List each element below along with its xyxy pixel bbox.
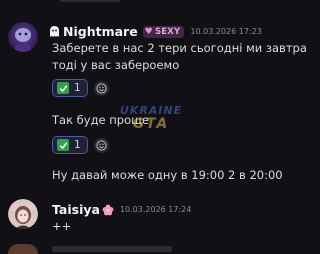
previous-message-fragment <box>60 0 120 2</box>
timestamp: 10.03.2026 17:23 <box>190 27 262 36</box>
watermark-logo: UKRAINE GTA <box>118 102 184 136</box>
message-text: ++ <box>52 218 71 235</box>
role-badge[interactable]: ♥ SEXY <box>142 25 185 38</box>
smiley-icon <box>96 139 107 151</box>
avatar-image <box>8 22 38 52</box>
author-line: Taisiya 10.03.2026 17:24 <box>52 202 191 217</box>
avatar-image <box>8 199 38 229</box>
add-reaction-button[interactable] <box>93 137 109 153</box>
message-text: Ну давай може одну в 19:00 2 в 20:00 <box>52 167 283 184</box>
message-text: Заберете в нас 2 тери сьогодні ми завтра… <box>52 40 307 74</box>
reaction-count: 1 <box>74 139 81 151</box>
message-line: тоді у вас забероемо <box>52 58 180 72</box>
author-line: Nightmare ♥ SEXY 10.03.2026 17:23 <box>48 24 262 39</box>
next-message-fragment <box>8 244 38 254</box>
timestamp: 10.03.2026 17:24 <box>119 205 192 214</box>
reaction-count: 1 <box>74 82 81 94</box>
ghost-icon <box>48 25 61 38</box>
username[interactable]: Nightmare <box>63 24 138 39</box>
check-mark-icon <box>57 139 69 151</box>
role-label: SEXY <box>154 26 181 37</box>
reaction-check[interactable]: 1 <box>52 136 88 154</box>
add-reaction-button[interactable] <box>93 80 109 96</box>
reactions-bar: 1 <box>52 136 109 154</box>
flower-icon <box>102 204 114 216</box>
message-line: Заберете в нас 2 тери сьогодні ми завтра <box>52 41 307 55</box>
message-line: ++ <box>52 219 72 233</box>
reactions-bar: 1 <box>52 79 109 97</box>
reaction-check[interactable]: 1 <box>52 79 88 97</box>
smiley-icon <box>96 82 107 94</box>
check-mark-icon <box>57 82 69 94</box>
heart-icon: ♥ <box>144 26 153 37</box>
message-line: Ну давай може одну в 19:00 2 в 20:00 <box>52 168 283 182</box>
next-message-fragment <box>52 246 172 252</box>
avatar[interactable] <box>8 22 38 52</box>
avatar[interactable] <box>8 199 38 229</box>
username[interactable]: Taisiya <box>52 202 100 217</box>
watermark-line: GTA <box>132 116 170 132</box>
